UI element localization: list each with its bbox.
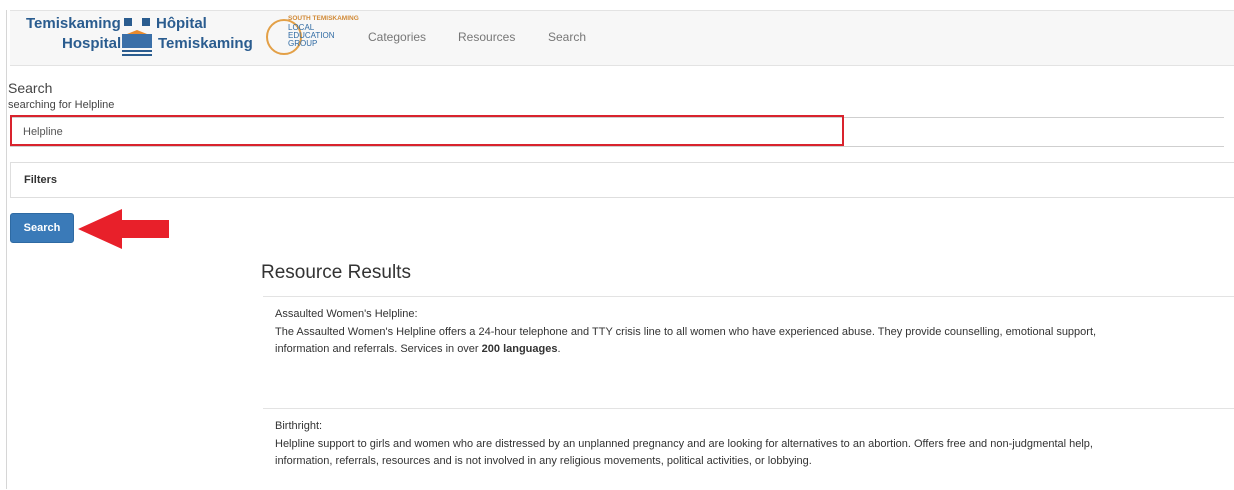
result-description-line: information and referrals. Services in o… <box>275 341 1234 358</box>
logo-text-hospital-en: Hospital <box>62 35 122 52</box>
result-name[interactable]: Assaulted Women's Helpline: <box>275 308 418 320</box>
nav-link-categories[interactable]: Categories <box>368 30 426 44</box>
result-description-emphasis: 200 languages <box>481 343 558 355</box>
logo-text-temiskaming-en: Temiskaming <box>26 15 121 32</box>
result-description-line: information, referrals, resources and is… <box>275 455 812 467</box>
search-input[interactable] <box>10 117 1224 147</box>
results-title: Resource Results <box>261 262 411 283</box>
education-group-logo[interactable]: SOUTH TEMISKAMING LOCAL EDUCATION GROUP <box>266 13 359 63</box>
result-description: Helpline support to girls and women who … <box>275 436 1234 470</box>
filters-panel[interactable]: Filters <box>10 162 1234 198</box>
top-navbar: Temiskaming Hospital Hôpital Temiskaming… <box>10 10 1234 66</box>
hospital-house-icon <box>122 16 152 58</box>
result-description-text: . <box>557 343 561 355</box>
result-item[interactable]: Birthright: Helpline support to girls an… <box>263 408 1234 490</box>
result-item[interactable]: Assaulted Women's Helpline: The Assaulte… <box>263 296 1234 409</box>
logo-text-temiskaming-fr: Temiskaming <box>158 35 253 52</box>
filters-label: Filters <box>24 174 58 186</box>
search-button[interactable]: Search <box>10 213 74 243</box>
result-name[interactable]: Birthright: <box>275 420 322 432</box>
leg-logo-text-top: SOUTH TEMISKAMING <box>288 15 359 22</box>
temiskaming-hospital-logo[interactable]: Temiskaming Hospital Hôpital Temiskaming <box>24 14 264 62</box>
logo-text-hopital-fr: Hôpital <box>156 15 207 32</box>
result-description-line: The Assaulted Women's Helpline offers a … <box>275 326 1097 338</box>
nav-link-resources[interactable]: Resources <box>458 30 515 44</box>
result-description: The Assaulted Women's Helpline offers a … <box>275 324 1234 358</box>
red-arrow-icon <box>78 209 169 249</box>
search-subheading: searching for Helpline <box>8 99 115 111</box>
result-description-text: information and referrals. Services in o… <box>275 343 482 355</box>
search-heading: Search <box>8 80 53 96</box>
page-left-border <box>6 10 7 489</box>
nav-link-search[interactable]: Search <box>548 30 586 44</box>
leg-logo-text-line3: GROUP <box>288 39 318 48</box>
result-description-line: Helpline support to girls and women who … <box>275 438 1093 450</box>
